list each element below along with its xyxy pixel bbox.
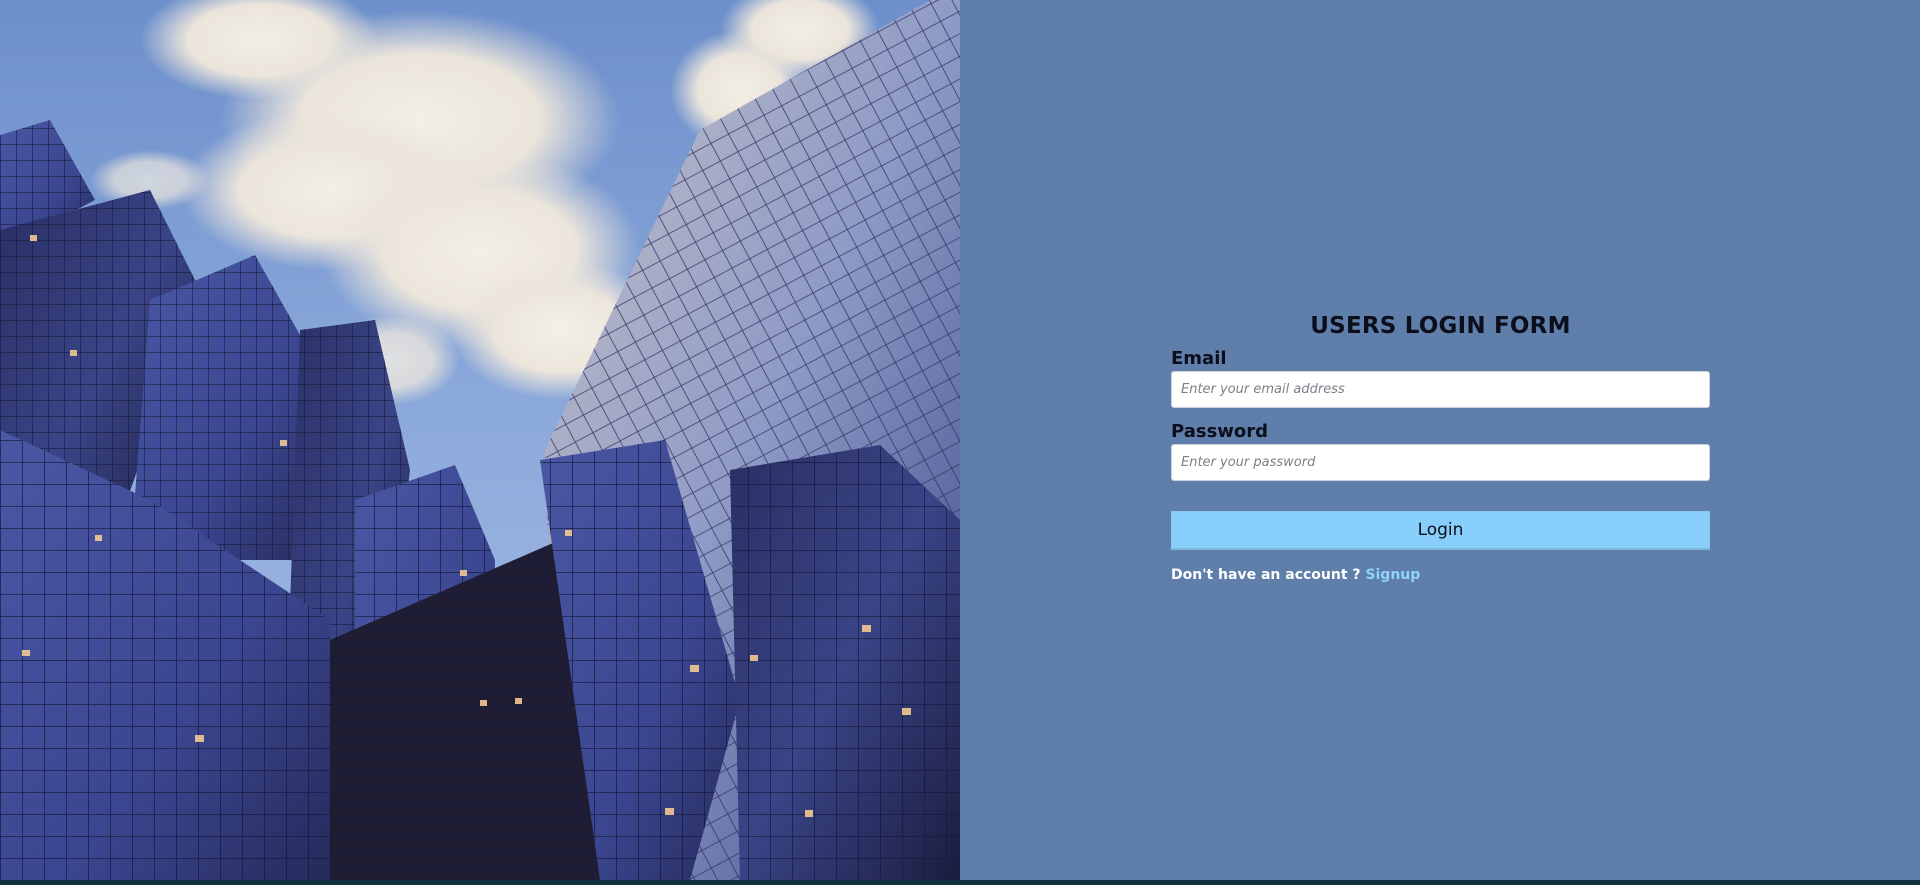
signup-prompt-line: Don't have an account ? Signup <box>1171 567 1710 583</box>
login-form: USERS LOGIN FORM Email Password Login Do… <box>1171 313 1710 583</box>
password-field[interactable] <box>1171 444 1710 481</box>
email-field[interactable] <box>1171 371 1710 408</box>
hero-image <box>0 0 960 880</box>
signup-prompt-text: Don't have an account ? <box>1171 567 1361 583</box>
login-button[interactable]: Login <box>1171 511 1710 550</box>
signup-link[interactable]: Signup <box>1365 567 1420 583</box>
skyscraper-illustration <box>0 0 960 880</box>
form-title: USERS LOGIN FORM <box>1310 313 1571 339</box>
login-page: USERS LOGIN FORM Email Password Login Do… <box>0 0 1920 880</box>
email-label: Email <box>1171 348 1227 369</box>
bottom-strip <box>0 880 1920 885</box>
login-panel: USERS LOGIN FORM Email Password Login Do… <box>960 0 1920 880</box>
password-label: Password <box>1171 421 1269 442</box>
